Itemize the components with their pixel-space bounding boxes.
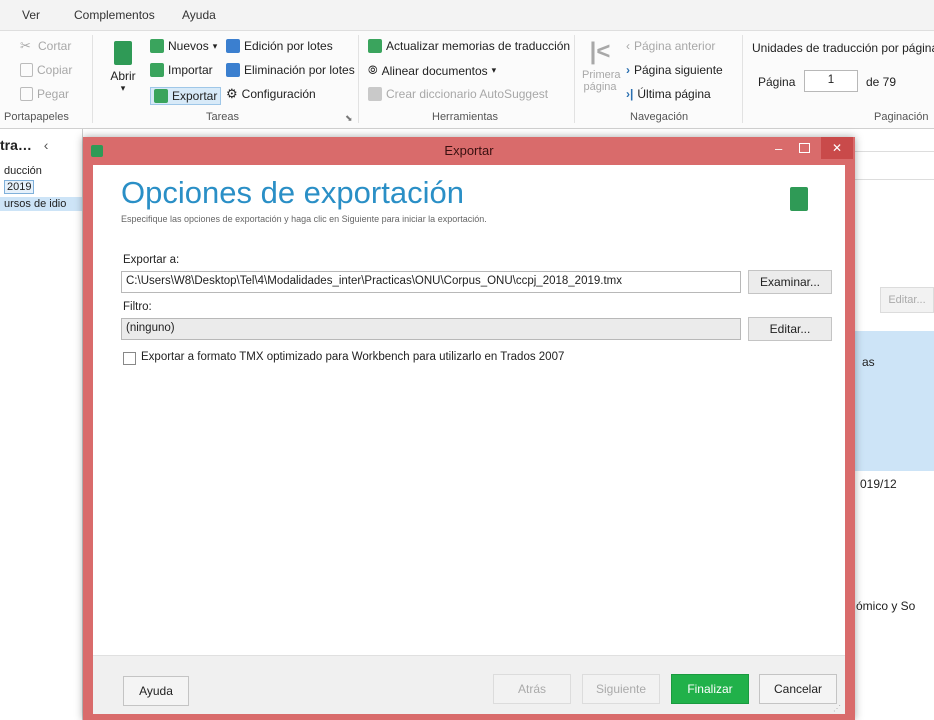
- edit-button-background[interactable]: Editar...: [880, 287, 934, 313]
- page-subtitle: Especifique las opciones de exportación …: [121, 214, 487, 224]
- open-button[interactable]: Abrir ▾: [108, 41, 138, 93]
- batch-delete-button[interactable]: Eliminación por lotes: [226, 63, 355, 77]
- scissors-icon: ✂: [20, 38, 31, 53]
- export-path-input[interactable]: C:\Users\W8\Desktop\Tel\4\Modalidades_in…: [121, 271, 741, 293]
- new-button[interactable]: Nuevos ▾: [150, 39, 217, 53]
- update-tm-icon: [368, 39, 382, 53]
- paste-icon: [20, 87, 33, 101]
- update-tm-button[interactable]: Actualizar memorias de traducción: [368, 39, 570, 53]
- group-label-tools: Herramientas: [432, 111, 499, 123]
- menu-complementos[interactable]: Complementos: [74, 8, 155, 22]
- ribbon: ✂ Cortar Copiar Pegar Portapapeles Abrir…: [0, 31, 934, 129]
- chevron-down-icon: ▾: [491, 65, 497, 75]
- menu-ver[interactable]: Ver: [22, 8, 40, 22]
- menu-ayuda[interactable]: Ayuda: [182, 8, 216, 22]
- filter-label: Filtro:: [123, 301, 152, 313]
- divider: [852, 151, 934, 152]
- import-button[interactable]: Importar: [150, 63, 213, 77]
- resize-grip-icon[interactable]: ⋰: [833, 704, 841, 713]
- next-page-button[interactable]: › Página siguiente: [626, 63, 723, 77]
- chevron-down-icon: ▾: [212, 40, 218, 51]
- prev-page-button[interactable]: ‹ Página anterior: [626, 39, 715, 53]
- gear-icon: ⚙: [226, 86, 238, 101]
- group-label-clipboard: Portapapeles: [4, 111, 69, 123]
- menu-bar: Ver Complementos Ayuda: [0, 0, 934, 31]
- batch-delete-icon: [226, 63, 240, 77]
- page-number-input[interactable]: 1: [804, 70, 858, 92]
- chevron-left-icon: ‹: [626, 39, 630, 53]
- dictionary-icon: [368, 87, 382, 101]
- paste-button[interactable]: Pegar: [20, 87, 69, 101]
- copy-icon: [20, 63, 33, 77]
- open-db-icon: [114, 41, 132, 65]
- group-label-navigation: Navegación: [630, 111, 689, 123]
- group-divider: [92, 35, 93, 123]
- export-icon: [154, 89, 168, 103]
- maximize-icon[interactable]: [799, 143, 810, 153]
- import-icon: [150, 63, 164, 77]
- navigation-pane: tra… ‹ ducción 2019 ursos de idio: [0, 129, 83, 720]
- pane-title-text: tra…: [0, 137, 32, 153]
- autosuggest-button[interactable]: Crear diccionario AutoSuggest: [368, 87, 548, 101]
- batch-edit-icon: [226, 39, 240, 53]
- group-label-paging: Paginación: [874, 111, 929, 123]
- minimize-icon[interactable]: –: [775, 141, 782, 156]
- tree-item[interactable]: ursos de idio: [0, 197, 82, 211]
- background-content: Editar... as 019/12 ómico y So: [852, 129, 934, 720]
- row-text: ómico y So: [856, 599, 916, 613]
- pane-title: tra… ‹: [0, 137, 48, 153]
- align-icon: ⦾: [368, 63, 378, 77]
- dialog-body: Opciones de exportación Especifique las …: [93, 165, 845, 714]
- paging-title: Unidades de traducción por página: [752, 41, 934, 55]
- finish-button[interactable]: Finalizar: [671, 674, 749, 704]
- cancel-button[interactable]: Cancelar: [759, 674, 837, 704]
- selected-row-background: [852, 331, 934, 471]
- last-page-button[interactable]: ›| Última página: [626, 87, 711, 101]
- row-text: 019/12: [860, 477, 897, 491]
- first-page-button[interactable]: |< Primera página: [582, 38, 621, 94]
- batch-edit-button[interactable]: Edición por lotes: [226, 39, 333, 53]
- last-page-icon: ›|: [626, 87, 634, 101]
- back-button[interactable]: Atrás: [493, 674, 571, 704]
- copy-button[interactable]: Copiar: [20, 63, 72, 77]
- new-db-icon: [150, 39, 164, 53]
- next-button[interactable]: Siguiente: [582, 674, 660, 704]
- dialog-launcher-icon[interactable]: ⬊: [345, 113, 353, 124]
- settings-button[interactable]: ⚙ Configuración: [226, 86, 316, 102]
- first-page-icon: |<: [589, 38, 611, 65]
- group-label-tasks: Tareas: [206, 111, 240, 123]
- collapse-chevron-icon[interactable]: ‹: [44, 137, 49, 153]
- group-divider: [574, 35, 575, 123]
- page-count: de 79: [866, 75, 897, 89]
- browse-button[interactable]: Examinar...: [748, 270, 832, 294]
- edit-filter-button[interactable]: Editar...: [748, 317, 832, 341]
- tree-item-selected[interactable]: 2019: [4, 180, 35, 194]
- close-icon[interactable]: ✕: [821, 137, 853, 159]
- group-divider: [358, 35, 359, 123]
- align-documents-button[interactable]: ⦾ Alinear documentos ▾: [368, 63, 496, 78]
- page-title: Opciones de exportación: [121, 175, 464, 210]
- workbench-checkbox[interactable]: [123, 352, 136, 365]
- cut-button[interactable]: ✂ Cortar: [20, 38, 71, 54]
- divider: [852, 179, 934, 180]
- workbench-checkbox-label: Exportar a formato TMX optimizado para W…: [141, 351, 565, 363]
- dialog-footer: Ayuda Atrás Siguiente Finalizar Cancelar…: [93, 655, 845, 714]
- row-text: as: [862, 355, 875, 369]
- filter-field: (ninguno): [121, 318, 741, 340]
- dialog-title: Exportar: [444, 143, 494, 158]
- help-button[interactable]: Ayuda: [123, 676, 189, 706]
- export-to-label: Exportar a:: [123, 254, 180, 266]
- tree-item[interactable]: ducción: [4, 165, 42, 177]
- export-db-icon: [790, 187, 808, 211]
- export-button[interactable]: Exportar: [150, 87, 222, 105]
- group-divider: [742, 35, 743, 123]
- page-label: Página: [758, 75, 796, 89]
- chevron-down-icon: ▾: [120, 83, 126, 93]
- chevron-right-icon: ›: [626, 63, 630, 77]
- export-dialog: Exportar – ✕ Opciones de exportación Esp…: [83, 137, 855, 720]
